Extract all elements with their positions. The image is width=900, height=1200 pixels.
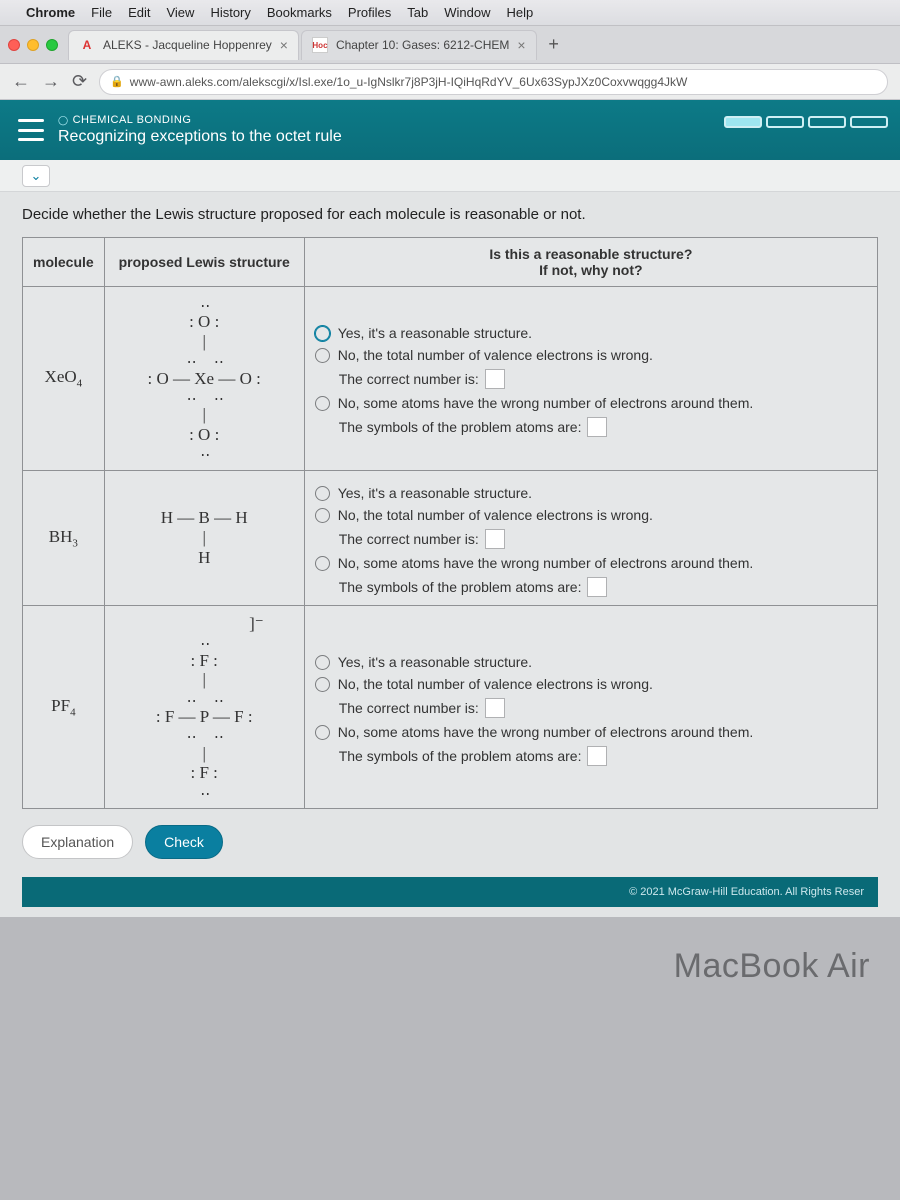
action-row: Explanation Check [22, 825, 878, 859]
copyright-text: © 2021 McGraw-Hill Education. All Rights… [629, 886, 864, 898]
close-tab-icon[interactable]: × [517, 37, 525, 53]
question-prompt: Decide whether the Lewis structure propo… [22, 206, 878, 223]
valence-input[interactable] [485, 529, 505, 549]
menu-bookmarks[interactable]: Bookmarks [267, 5, 332, 20]
macbook-label: MacBook Air [0, 917, 900, 986]
col-molecule: molecule [23, 238, 105, 287]
lesson-category: ◯ CHEMICAL BONDING [58, 114, 342, 126]
menu-window[interactable]: Window [444, 5, 490, 20]
molecule-cell: BH3 [23, 470, 105, 605]
lesson-header: ◯ CHEMICAL BONDING Recognizing exception… [0, 100, 900, 160]
tab-title: ALEKS - Jacqueline Hoppenrey [103, 38, 272, 52]
url-text: www-awn.aleks.com/alekscgi/x/Isl.exe/1o_… [130, 75, 688, 89]
radio-no-atoms[interactable] [315, 556, 330, 571]
lewis-cell: ‥ : O : | ‥ ‥ : O — Xe — O : ‥ ‥ | : O :… [104, 287, 304, 471]
reload-icon[interactable]: ⟳ [72, 71, 87, 92]
answer-cell: Yes, it's a reasonable structure. No, th… [304, 287, 877, 471]
lock-icon: 🔒 [110, 75, 124, 88]
col-answer: Is this a reasonable structure? If not, … [304, 238, 877, 287]
valence-input[interactable] [485, 698, 505, 718]
radio-yes[interactable] [315, 655, 330, 670]
radio-yes[interactable] [315, 326, 330, 341]
menu-view[interactable]: View [166, 5, 194, 20]
radio-no-atoms[interactable] [315, 396, 330, 411]
menu-file[interactable]: File [91, 5, 112, 20]
table-row: XeO4 ‥ : O : | ‥ ‥ : O — Xe — O : ‥ ‥ | … [23, 287, 878, 471]
atoms-input[interactable] [587, 746, 607, 766]
radio-no-valence[interactable] [315, 677, 330, 692]
menu-help[interactable]: Help [507, 5, 534, 20]
valence-input[interactable] [485, 369, 505, 389]
window-controls [8, 39, 58, 51]
hamburger-icon[interactable] [18, 119, 44, 141]
toggle-bar: ⌄ [0, 160, 900, 192]
check-button[interactable]: Check [145, 825, 223, 859]
app-name[interactable]: Chrome [26, 5, 75, 20]
collapse-toggle[interactable]: ⌄ [22, 165, 50, 187]
atoms-input[interactable] [587, 417, 607, 437]
lewis-cell: H — B — H | H [104, 470, 304, 605]
favicon-hoc: Hoc [312, 37, 328, 53]
molecule-cell: XeO4 [23, 287, 105, 471]
maximize-window-icon[interactable] [46, 39, 58, 51]
forward-icon[interactable]: → [42, 71, 60, 92]
browser-tab[interactable]: Hoc Chapter 10: Gases: 6212-CHEM × [301, 30, 537, 60]
answer-cell: Yes, it's a reasonable structure. No, th… [304, 605, 877, 808]
atoms-input[interactable] [587, 577, 607, 597]
close-window-icon[interactable] [8, 39, 20, 51]
macos-menubar: Chrome File Edit View History Bookmarks … [0, 0, 900, 26]
lesson-title: Recognizing exceptions to the octet rule [58, 128, 342, 146]
chevron-down-icon: ⌄ [31, 168, 42, 184]
question-body: Decide whether the Lewis structure propo… [0, 192, 900, 917]
lewis-cell: ]⁻ ‥ : F : | ‥ ‥ : F — P — F : ‥ ‥ | : F… [104, 605, 304, 808]
radio-no-atoms[interactable] [315, 725, 330, 740]
address-bar[interactable]: 🔒 www-awn.aleks.com/alekscgi/x/Isl.exe/1… [99, 69, 888, 95]
tab-title: Chapter 10: Gases: 6212-CHEM [336, 38, 509, 52]
minimize-window-icon[interactable] [27, 39, 39, 51]
explanation-button[interactable]: Explanation [22, 825, 133, 859]
question-table: molecule proposed Lewis structure Is thi… [22, 237, 878, 809]
browser-tab-active[interactable]: A ALEKS - Jacqueline Hoppenrey × [68, 30, 299, 60]
table-row: PF4 ]⁻ ‥ : F : | ‥ ‥ : F — P — F : ‥ ‥ |… [23, 605, 878, 808]
progress-indicator [724, 116, 888, 128]
new-tab-button[interactable]: + [539, 30, 569, 60]
molecule-cell: PF4 [23, 605, 105, 808]
close-tab-icon[interactable]: × [280, 37, 288, 53]
favicon-aleks: A [79, 37, 95, 53]
menu-history[interactable]: History [210, 5, 250, 20]
table-row: BH3 H — B — H | H Yes, it's a reasonable… [23, 470, 878, 605]
answer-cell: Yes, it's a reasonable structure. No, th… [304, 470, 877, 605]
col-lewis: proposed Lewis structure [104, 238, 304, 287]
menu-edit[interactable]: Edit [128, 5, 150, 20]
back-icon[interactable]: ← [12, 71, 30, 92]
menu-profiles[interactable]: Profiles [348, 5, 391, 20]
radio-no-valence[interactable] [315, 508, 330, 523]
browser-tabstrip: A ALEKS - Jacqueline Hoppenrey × Hoc Cha… [0, 26, 900, 64]
page-footer: © 2021 McGraw-Hill Education. All Rights… [22, 877, 878, 907]
radio-no-valence[interactable] [315, 348, 330, 363]
radio-yes[interactable] [315, 486, 330, 501]
browser-toolbar: ← → ⟳ 🔒 www-awn.aleks.com/alekscgi/x/Isl… [0, 64, 900, 100]
menu-tab[interactable]: Tab [407, 5, 428, 20]
